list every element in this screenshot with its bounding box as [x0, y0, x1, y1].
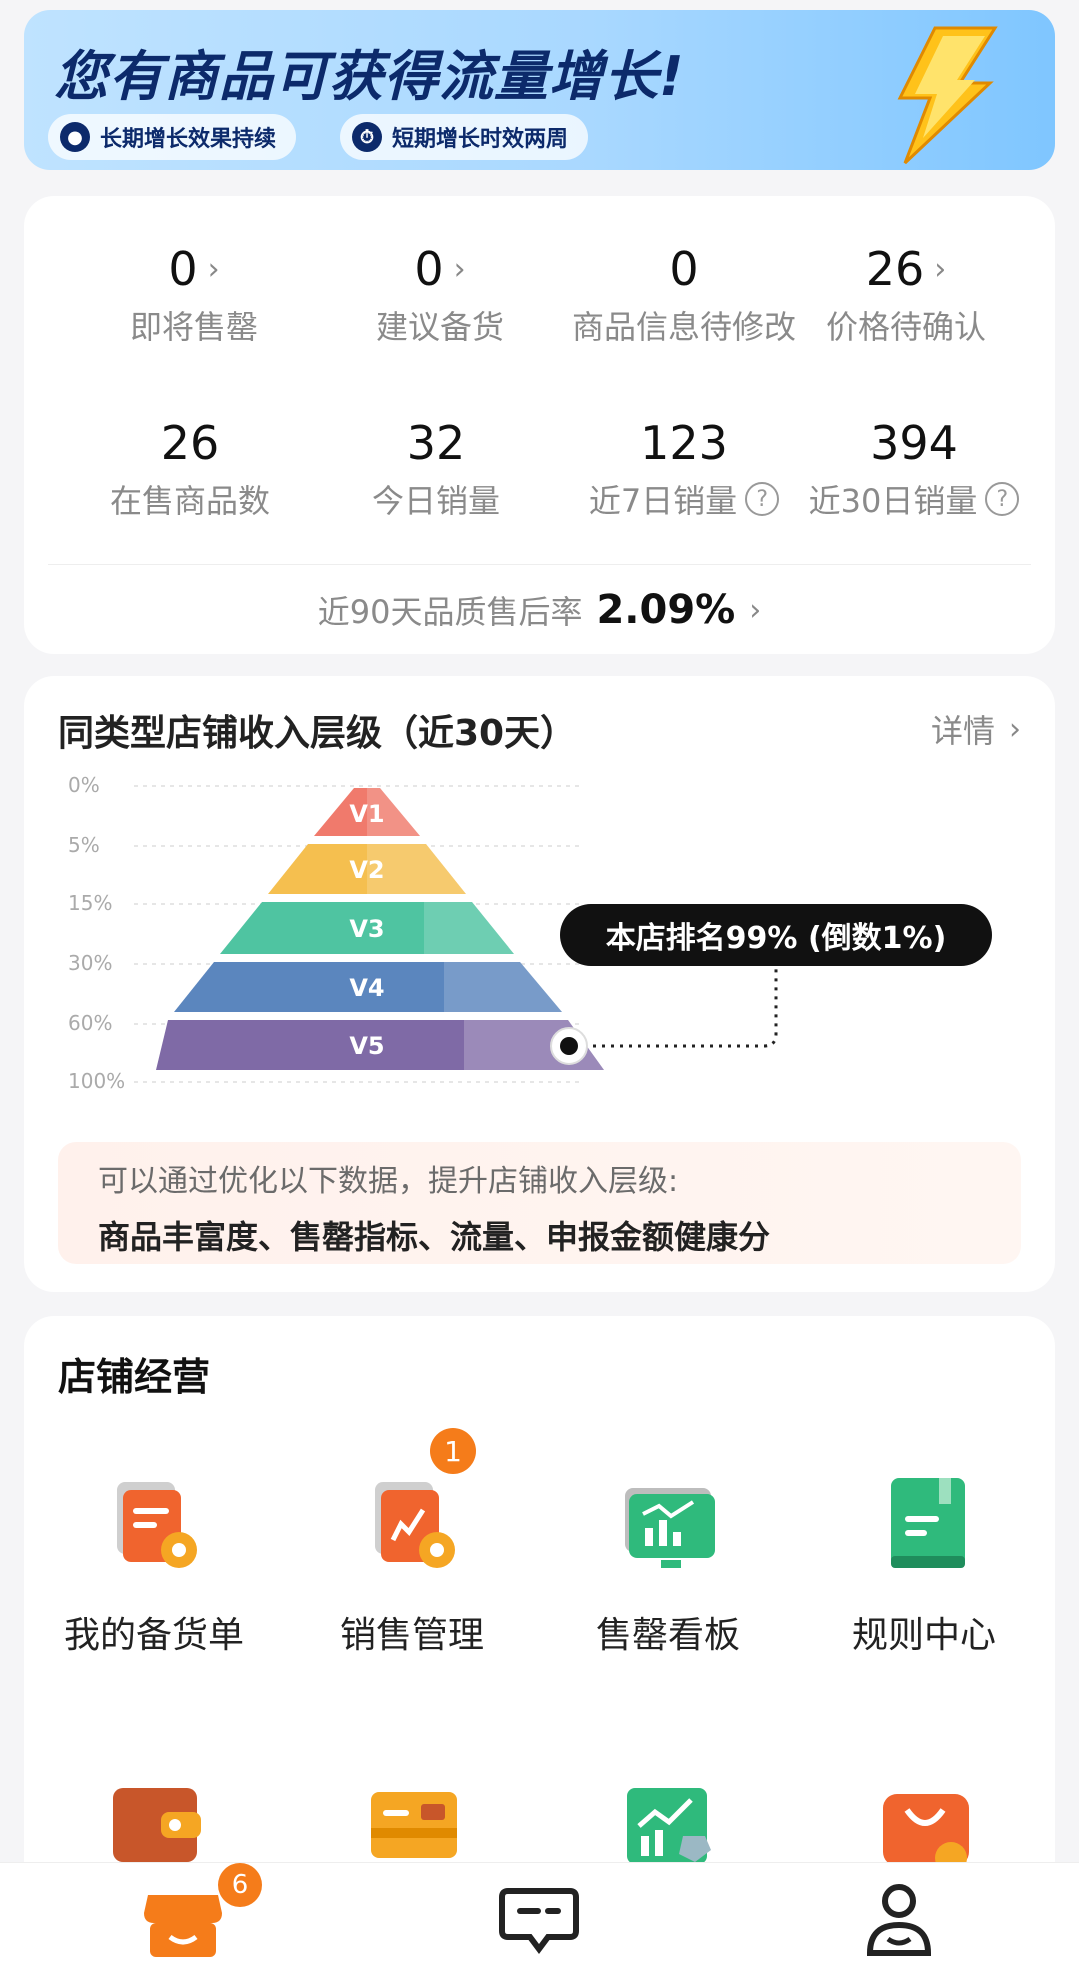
sellout-dashboard-icon	[613, 1468, 723, 1578]
stat-label: 在售商品数	[109, 482, 270, 520]
op-sellout-dashboard[interactable]: 售罄看板	[538, 1468, 798, 1658]
stat-info-to-modify[interactable]: 0 商品信息待修改	[564, 240, 804, 348]
message-icon	[499, 1888, 579, 1954]
op-label: 我的备货单	[63, 1615, 244, 1656]
stat-suggest-stock[interactable]: 0 › 建议备货	[320, 240, 560, 348]
op-rules-center[interactable]: 规则中心	[794, 1468, 1054, 1658]
timer-icon: ⏱	[352, 122, 382, 152]
stat-value: 0	[669, 242, 699, 296]
after-sale-label: 近90天品质售后率	[317, 593, 583, 631]
y-label: 15%	[68, 891, 112, 915]
profile-icon	[866, 1884, 932, 1956]
income-tier-title: 同类型店铺收入层级（近30天）	[58, 713, 577, 754]
bottom-nav: 6	[0, 1862, 1079, 1970]
y-label: 0%	[68, 773, 100, 797]
stat-soon-sellout[interactable]: 0 › 即将售罄	[74, 240, 314, 348]
hint-text: 可以通过优化以下数据，提升店铺收入层级:	[98, 1164, 679, 1199]
after-sale-rate-row[interactable]: 近90天品质售后率 2.09% ›	[24, 580, 1055, 640]
store-rank-tooltip: 本店排名99% (倒数1%)	[560, 904, 992, 966]
stat-30day-sales[interactable]: 394 近30日销量?	[794, 414, 1034, 522]
chevron-right-icon: ›	[1009, 711, 1021, 747]
stat-today-sales[interactable]: 32 今日销量	[316, 414, 556, 522]
nav-messages[interactable]	[494, 1875, 584, 1961]
promo-banner[interactable]: 您有商品可获得流量增长! ● 长期增长效果持续 ⏱ 短期增长时效两周	[24, 10, 1055, 170]
tier-label: V1	[349, 800, 384, 828]
stat-label: 近30日销量	[808, 482, 978, 520]
hint-metrics: 商品丰富度、售罄指标、流量、申报金额健康分	[98, 1218, 771, 1256]
chevron-right-icon: ›	[934, 251, 947, 287]
sales-management-icon	[357, 1468, 467, 1578]
notification-badge: 1	[430, 1428, 476, 1474]
banner-chip-long-term: ● 长期增长效果持续	[48, 114, 297, 160]
lightning-bolt-icon	[897, 26, 998, 165]
stat-7day-sales[interactable]: 123 近7日销量?	[564, 414, 804, 522]
detail-link[interactable]: 详情 ›	[931, 706, 1021, 752]
chevron-right-icon: ›	[749, 592, 762, 628]
op-label: 规则中心	[851, 1615, 996, 1656]
chip-label: 短期增长时效两周	[392, 127, 569, 152]
rules-book-icon	[869, 1468, 979, 1578]
globe-icon: ●	[60, 122, 90, 152]
tier-label: V2	[349, 856, 384, 884]
income-tier-card: 同类型店铺收入层级（近30天） 详情 › 0% 5% 15% 30% 60% 1…	[24, 676, 1055, 1292]
y-label: 60%	[68, 1011, 112, 1035]
after-sale-value: 2.09%	[596, 587, 736, 633]
stat-value: 0	[414, 242, 444, 296]
chevron-right-icon: ›	[207, 251, 220, 287]
y-label: 100%	[68, 1069, 125, 1093]
section-title: 店铺经营	[58, 1355, 211, 1399]
op-sales-management[interactable]: 1 销售管理	[282, 1428, 542, 1658]
tier-label: V3	[349, 915, 384, 943]
notification-badge: 6	[218, 1863, 262, 1907]
op-label: 销售管理	[339, 1615, 484, 1656]
stat-label: 建议备货	[375, 308, 504, 346]
shop-icon	[144, 1895, 222, 1957]
nav-profile[interactable]	[854, 1875, 944, 1961]
help-icon[interactable]: ?	[745, 482, 780, 516]
op-label: 售罄看板	[595, 1615, 740, 1656]
stat-price-to-confirm[interactable]: 26 › 价格待确认	[786, 240, 1026, 348]
op-stock-order[interactable]: 我的备货单	[24, 1468, 284, 1658]
divider	[48, 564, 1031, 565]
stock-order-icon	[99, 1468, 209, 1578]
stat-label: 近7日销量	[588, 482, 738, 520]
y-label: 30%	[68, 951, 112, 975]
stat-value: 32	[406, 416, 466, 470]
tier-label: V5	[349, 1032, 384, 1060]
stat-label: 价格待确认	[825, 308, 986, 346]
y-label: 5%	[68, 833, 100, 857]
stat-on-sale-count[interactable]: 26 在售商品数	[70, 414, 310, 522]
stat-value: 26	[160, 416, 220, 470]
chip-label: 长期增长效果持续	[100, 127, 277, 152]
help-icon[interactable]: ?	[985, 482, 1020, 516]
stat-label: 即将售罄	[129, 308, 258, 346]
improvement-hint: 可以通过优化以下数据，提升店铺收入层级: 商品丰富度、售罄指标、流量、申报金额健…	[58, 1142, 1021, 1264]
detail-label: 详情	[930, 712, 995, 750]
chevron-right-icon: ›	[453, 251, 466, 287]
stat-label: 商品信息待修改	[571, 308, 796, 346]
banner-chip-short-term: ⏱ 短期增长时效两周	[340, 114, 589, 160]
tier-label: V4	[349, 974, 384, 1002]
stat-value: 0	[168, 242, 198, 296]
stat-label: 今日销量	[371, 482, 500, 520]
stat-value: 394	[870, 416, 958, 470]
nav-shop[interactable]: 6	[138, 1863, 262, 1961]
stats-card: 0 › 即将售罄 0 › 建议备货 0 商品信息待修改 26 › 价格待确认 26 在…	[24, 196, 1055, 654]
stat-value: 123	[640, 416, 728, 470]
banner-title: 您有商品可获得流量增长!	[54, 45, 685, 108]
stat-value: 26	[865, 242, 925, 296]
